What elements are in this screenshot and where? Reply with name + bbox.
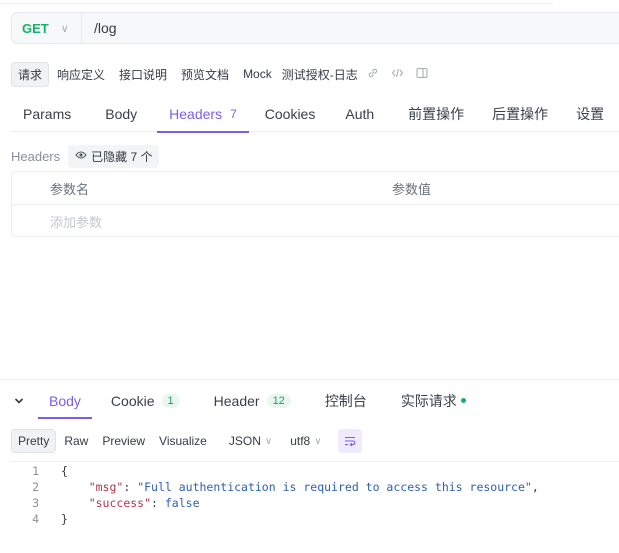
line-number: 2 (32, 480, 39, 494)
headers-toolbar: Headers 已隐藏 7 个 (11, 144, 160, 168)
response-tab-cookie[interactable]: Cookie 1 (100, 382, 191, 419)
code-icon[interactable] (386, 67, 409, 82)
table-header-row: 参数名 参数值 (12, 172, 619, 205)
line-number: 1 (32, 464, 39, 478)
json-boolean: false (164, 496, 200, 510)
tab-label: Body (105, 106, 138, 122)
content-type-select[interactable]: JSON ∨ (221, 430, 280, 452)
tab-cookies[interactable]: Cookies (253, 96, 328, 132)
url-bar: GET ∨ /log (11, 12, 619, 44)
json-string: "Full authentication is required to acce… (137, 480, 532, 494)
tab-label: 控制台 (324, 392, 367, 409)
eye-icon (75, 150, 87, 163)
tab-label: Cookie (110, 392, 155, 409)
tab-label: Params (23, 106, 72, 122)
tab-count: 1 (161, 393, 180, 408)
format-visualize[interactable]: Visualize (153, 430, 213, 452)
panel-toggle-icon[interactable] (411, 67, 433, 82)
request-tabs: Params Body Headers 7 Cookies Auth 前置操作 后… (11, 96, 619, 133)
subtab-response-definition[interactable]: 响应定义 (51, 63, 111, 86)
tab-pre-processors[interactable]: 前置操作 (396, 96, 476, 132)
method-select[interactable]: GET ∨ (12, 13, 82, 43)
response-tab-body[interactable]: Body (38, 382, 92, 419)
request-subtoolbar: 请求 响应定义 接口说明 预览文档 Mock 测试授权-日志 (11, 61, 433, 87)
code-text: "msg": "Full authentication is required … (88, 480, 539, 494)
code-line: 1 { (11, 463, 619, 479)
tab-count: 12 (266, 393, 291, 408)
chevron-down-icon: ∨ (314, 435, 322, 447)
format-preview[interactable]: Preview (96, 430, 151, 452)
hidden-headers-label: 已隐藏 7 个 (91, 149, 153, 164)
encoding-value: utf8 (290, 434, 311, 448)
response-tab-actual-request[interactable]: 实际请求 (390, 382, 477, 419)
code-text: } (39, 512, 68, 526)
collapse-chevron-icon[interactable] (0, 394, 38, 408)
headers-label: Headers (11, 148, 61, 164)
brace: } (61, 512, 68, 526)
tab-count: 7 (230, 107, 237, 121)
tab-body[interactable]: Body (93, 96, 149, 132)
hidden-headers-toggle[interactable]: 已隐藏 7 个 (68, 144, 160, 168)
code-line: 3 "success": false (11, 495, 619, 511)
code-text: "success": false (88, 496, 200, 510)
line-number: 3 (32, 496, 39, 510)
response-divider[interactable] (0, 379, 619, 380)
top-divider (0, 0, 553, 4)
tab-label: Headers (169, 106, 223, 122)
tab-label: 后置操作 (492, 106, 549, 122)
column-header-value: 参数值 (392, 181, 432, 197)
encoding-select[interactable]: utf8 ∨ (282, 430, 329, 452)
column-header-name: 参数名 (50, 181, 90, 197)
content-type-value: JSON (228, 434, 261, 448)
tab-label: 实际请求 (400, 392, 457, 409)
tab-settings[interactable]: 设置 (564, 96, 616, 132)
tab-label: 前置操作 (408, 106, 465, 122)
format-pretty[interactable]: Pretty (11, 429, 57, 453)
tab-label: Cookies (264, 106, 316, 122)
url-input[interactable]: /log (82, 20, 117, 36)
format-raw[interactable]: Raw (58, 430, 94, 452)
tab-label: Auth (345, 106, 375, 122)
response-body-code[interactable]: 1 { 2 "msg": "Full authentication is req… (11, 461, 619, 541)
code-line: 4 } (11, 511, 619, 527)
method-label: GET (22, 20, 49, 36)
add-param-placeholder[interactable]: 添加参数 (50, 212, 102, 231)
tab-label: 设置 (576, 106, 605, 122)
word-wrap-icon[interactable] (337, 429, 362, 453)
tab-auth[interactable]: Auth (333, 96, 386, 132)
status-dot (460, 398, 466, 403)
subtab-preview-docs[interactable]: 预览文档 (175, 63, 235, 86)
response-format-bar: Pretty Raw Preview Visualize JSON ∨ utf8… (11, 428, 362, 454)
environment-label[interactable]: 测试授权-日志 (280, 63, 360, 86)
headers-table: 参数名 参数值 添加参数 (11, 171, 619, 237)
add-param-row[interactable]: 添加参数 (12, 205, 619, 238)
json-key: "success" (88, 496, 152, 510)
tab-headers[interactable]: Headers 7 (157, 96, 249, 133)
subtab-mock[interactable]: Mock (237, 64, 278, 84)
tab-params[interactable]: Params (11, 96, 83, 132)
response-tab-console[interactable]: 控制台 (314, 382, 378, 419)
chevron-down-icon: ∨ (264, 435, 273, 447)
code-line: 2 "msg": "Full authentication is require… (11, 479, 619, 495)
code-text: { (39, 464, 68, 478)
brace: { (61, 464, 68, 478)
link-icon[interactable] (362, 67, 384, 82)
tab-label: Header (213, 392, 260, 409)
tab-label: Body (49, 392, 81, 409)
subtab-api-description[interactable]: 接口说明 (113, 63, 173, 86)
subtab-request[interactable]: 请求 (11, 61, 50, 87)
response-tab-header[interactable]: Header 12 (203, 382, 302, 419)
response-tabs: Body Cookie 1 Header 12 控制台 实际请求 (0, 382, 619, 419)
line-number: 4 (32, 512, 39, 526)
tab-post-processors[interactable]: 后置操作 (480, 96, 560, 132)
json-key: "msg" (88, 480, 124, 494)
chevron-down-icon: ∨ (60, 22, 69, 35)
